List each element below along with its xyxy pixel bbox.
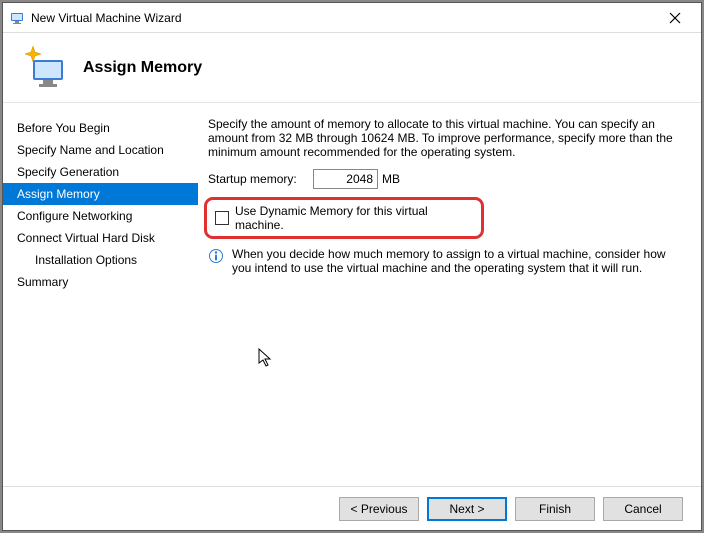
wizard-body: Before You Begin Specify Name and Locati… bbox=[3, 103, 701, 486]
wizard-window: New Virtual Machine Wizard Assign Memory… bbox=[2, 2, 702, 531]
window-title: New Virtual Machine Wizard bbox=[31, 11, 655, 25]
step-summary[interactable]: Summary bbox=[3, 271, 198, 293]
close-button[interactable] bbox=[655, 4, 695, 32]
intro-text: Specify the amount of memory to allocate… bbox=[208, 117, 683, 159]
step-configure-networking[interactable]: Configure Networking bbox=[3, 205, 198, 227]
wizard-content: Specify the amount of memory to allocate… bbox=[198, 103, 701, 486]
dynamic-memory-label: Use Dynamic Memory for this virtual mach… bbox=[235, 204, 473, 232]
previous-button[interactable]: < Previous bbox=[339, 497, 419, 521]
wizard-steps-sidebar: Before You Begin Specify Name and Locati… bbox=[3, 103, 198, 486]
cancel-button[interactable]: Cancel bbox=[603, 497, 683, 521]
titlebar: New Virtual Machine Wizard bbox=[3, 3, 701, 33]
next-button[interactable]: Next > bbox=[427, 497, 507, 521]
app-icon bbox=[9, 10, 25, 26]
step-before-you-begin[interactable]: Before You Begin bbox=[3, 117, 198, 139]
wizard-header: Assign Memory bbox=[3, 33, 701, 103]
wizard-icon bbox=[21, 44, 69, 92]
step-specify-generation[interactable]: Specify Generation bbox=[3, 161, 198, 183]
page-title: Assign Memory bbox=[83, 59, 202, 77]
startup-memory-row: Startup memory: MB bbox=[208, 169, 683, 189]
startup-memory-unit: MB bbox=[382, 172, 400, 186]
dynamic-memory-highlight: Use Dynamic Memory for this virtual mach… bbox=[204, 197, 484, 239]
dynamic-memory-checkbox[interactable] bbox=[215, 211, 229, 225]
step-installation-options[interactable]: Installation Options bbox=[3, 249, 198, 271]
info-icon bbox=[208, 248, 224, 264]
step-assign-memory[interactable]: Assign Memory bbox=[3, 183, 198, 205]
startup-memory-label: Startup memory: bbox=[208, 172, 313, 186]
wizard-footer: < Previous Next > Finish Cancel bbox=[3, 486, 701, 531]
info-text: When you decide how much memory to assig… bbox=[232, 247, 683, 275]
startup-memory-input[interactable] bbox=[313, 169, 378, 189]
close-icon bbox=[669, 12, 681, 24]
info-row: When you decide how much memory to assig… bbox=[208, 247, 683, 275]
step-specify-name-location[interactable]: Specify Name and Location bbox=[3, 139, 198, 161]
step-connect-vhd[interactable]: Connect Virtual Hard Disk bbox=[3, 227, 198, 249]
finish-button[interactable]: Finish bbox=[515, 497, 595, 521]
